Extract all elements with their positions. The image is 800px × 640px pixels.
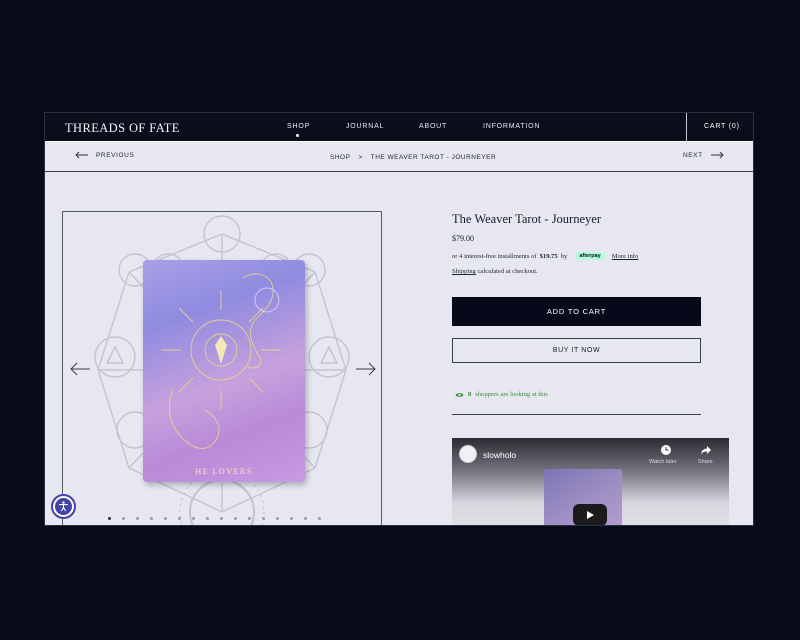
eye-icon — [455, 392, 464, 397]
card-caption: HE LOVERS — [195, 467, 253, 476]
channel-avatar[interactable] — [459, 445, 477, 463]
buy-it-now-button[interactable]: BUY IT NOW — [452, 338, 701, 363]
nav-active-indicator — [296, 134, 299, 137]
watch-later-icon[interactable] — [660, 444, 672, 456]
gallery-dot[interactable] — [108, 517, 111, 520]
section-divider — [452, 414, 701, 415]
next-label: NEXT — [683, 151, 703, 159]
share-label: Share — [698, 459, 713, 465]
gallery-prev-arrow-icon[interactable] — [69, 362, 91, 376]
accessibility-button[interactable] — [51, 494, 76, 519]
play-icon — [587, 511, 594, 519]
gallery-dot[interactable] — [220, 517, 223, 520]
shipping-text: calculated at checkout. — [477, 268, 538, 275]
lovers-illustration — [161, 273, 281, 449]
gallery-dot[interactable] — [318, 517, 321, 520]
gallery-dot[interactable] — [192, 517, 195, 520]
shipping-link[interactable]: Shipping — [452, 268, 476, 275]
gallery-dot[interactable] — [276, 517, 279, 520]
nav-journal[interactable]: JOURNAL — [346, 123, 384, 130]
installment-by: by — [560, 252, 568, 260]
nav-about[interactable]: ABOUT — [419, 123, 447, 130]
previous-label: PREVIOUS — [96, 151, 135, 159]
next-product-link[interactable]: NEXT — [683, 151, 724, 159]
installment-amount: $19.75 — [539, 252, 558, 260]
breadcrumb-current: THE WEAVER TAROT - JOURNEYER — [370, 154, 497, 161]
shoppers-count: 8 — [468, 391, 472, 398]
product-price: $79.00 — [452, 234, 474, 243]
product-title: The Weaver Tarot - Journeyer — [452, 212, 601, 226]
shipping-note: Shipping calculated at checkout. — [452, 268, 538, 275]
installment-info: or 4 interest-free installments of $19.7… — [452, 252, 638, 260]
site-logo[interactable]: THREADS OF FATE — [65, 121, 180, 136]
gallery-dot[interactable] — [164, 517, 167, 520]
installment-prefix: or 4 interest-free installments of — [452, 252, 537, 260]
nav-shop[interactable]: SHOP — [287, 123, 310, 130]
more-info-link[interactable]: More info — [612, 253, 639, 260]
breadcrumb-separator: > — [358, 154, 363, 161]
gallery-dot[interactable] — [206, 517, 209, 520]
channel-name[interactable]: slowholo — [483, 450, 516, 460]
live-shoppers-notice: 8 shoppers are looking at this — [455, 391, 548, 398]
breadcrumb: SHOP > THE WEAVER TAROT - JOURNEYER — [330, 154, 496, 161]
shoppers-text: shoppers are looking at this — [475, 391, 548, 398]
gallery-dot[interactable] — [248, 517, 251, 520]
gallery-dot[interactable] — [150, 517, 153, 520]
gallery-dot[interactable] — [304, 517, 307, 520]
gallery-dot[interactable] — [290, 517, 293, 520]
add-to-cart-button[interactable]: ADD TO CART — [452, 297, 701, 326]
previous-product-link[interactable]: PREVIOUS — [75, 151, 134, 159]
site-header: THREADS OF FATE SHOP JOURNAL ABOUT INFOR… — [45, 113, 753, 142]
accessibility-icon — [55, 498, 72, 515]
gallery-dot[interactable] — [122, 517, 125, 520]
nav-information[interactable]: INFORMATION — [483, 123, 540, 130]
watch-later-label: Watch later — [649, 459, 677, 465]
cart-link[interactable]: CART (0) — [704, 123, 740, 130]
tarot-card-image: HE LOVERS — [143, 260, 305, 482]
gallery-dot[interactable] — [136, 517, 139, 520]
product-subnav: PREVIOUS SHOP > THE WEAVER TAROT - JOURN… — [45, 142, 753, 172]
gallery-pagination — [108, 517, 321, 520]
gallery-next-arrow-icon[interactable] — [355, 362, 377, 376]
afterpay-badge: afterpay — [575, 252, 605, 260]
product-video[interactable]: slowholo Watch later Share — [452, 438, 729, 525]
share-icon[interactable] — [700, 444, 712, 456]
store-page: THREADS OF FATE SHOP JOURNAL ABOUT INFOR… — [44, 112, 754, 526]
arrow-left-icon — [75, 151, 88, 159]
product-gallery[interactable]: HE LOVERS — [62, 211, 382, 525]
gallery-dot[interactable] — [178, 517, 181, 520]
play-button[interactable] — [573, 504, 607, 525]
breadcrumb-shop[interactable]: SHOP — [330, 154, 350, 161]
arrow-right-icon — [710, 151, 724, 159]
gallery-dot[interactable] — [234, 517, 237, 520]
cart-divider — [686, 113, 687, 142]
gallery-dot[interactable] — [262, 517, 265, 520]
